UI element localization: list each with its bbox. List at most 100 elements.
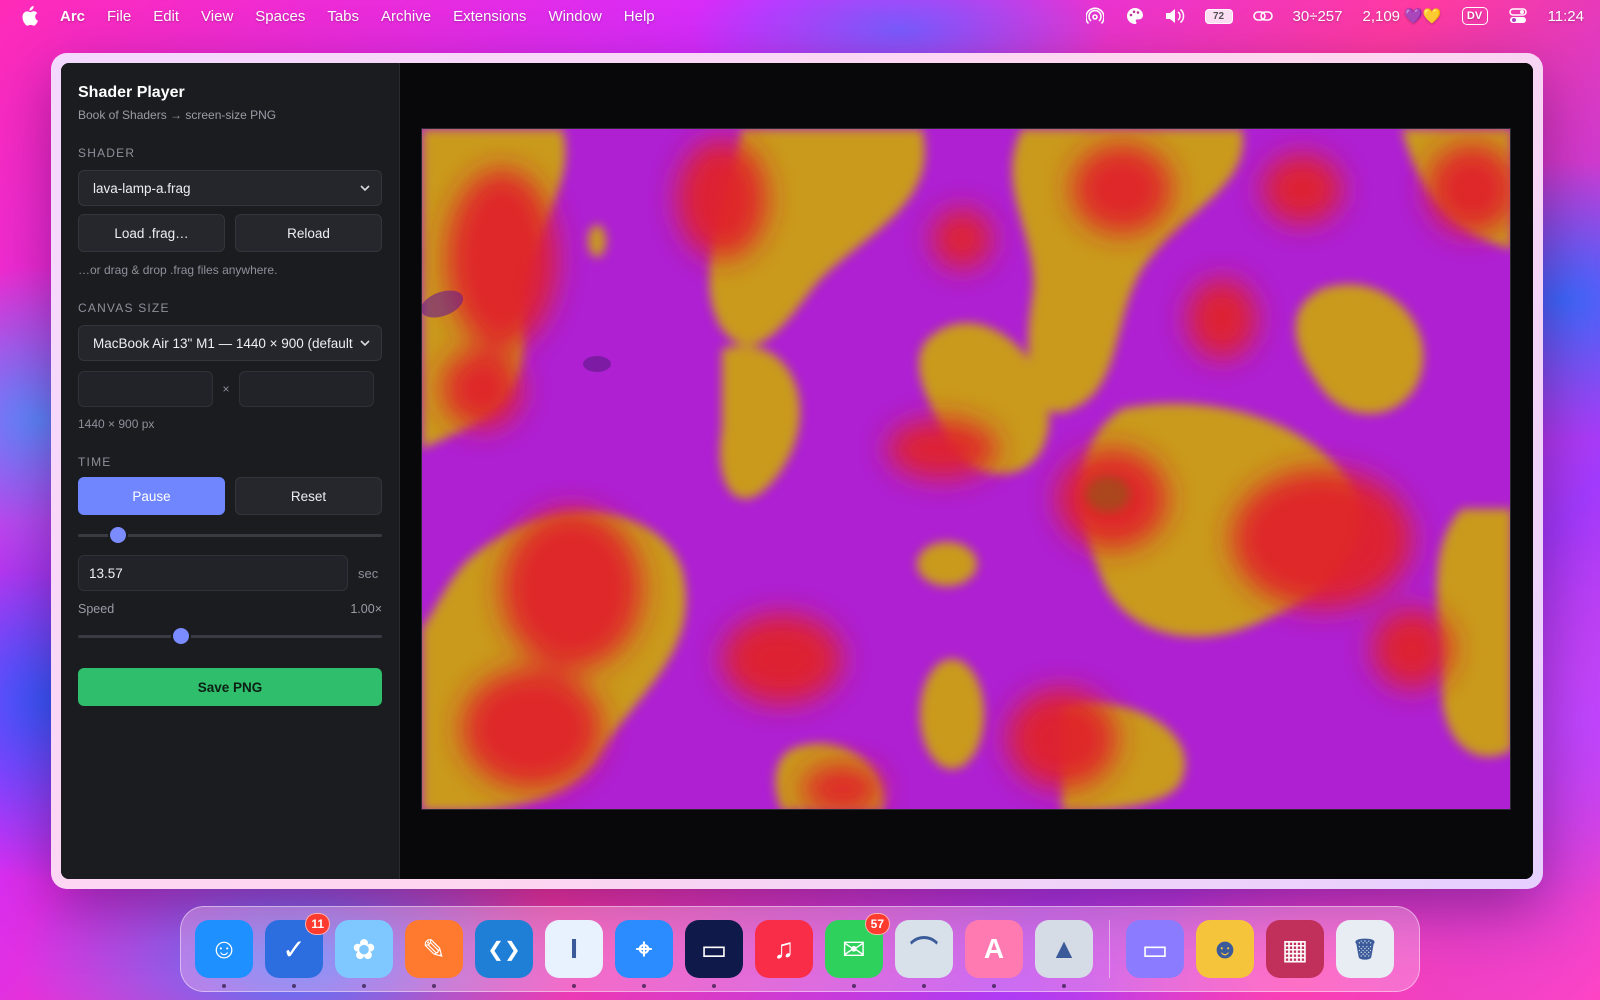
finder-icon: ☺ xyxy=(209,933,239,964)
custom-size-row: × xyxy=(78,371,382,407)
speed-slider-track[interactable] xyxy=(78,635,382,638)
menu-tabs[interactable]: Tabs xyxy=(327,8,359,25)
status-counter[interactable]: 30÷257 xyxy=(1293,8,1343,25)
app-title: Shader Player xyxy=(78,84,185,101)
running-indicator xyxy=(712,984,716,988)
dock-app-messages[interactable]: ✉ 57 xyxy=(825,913,890,988)
tasks-icon: ✓ xyxy=(282,933,306,965)
speed-label: Speed xyxy=(78,602,115,616)
running-indicator xyxy=(222,984,226,988)
time-section-label: TIME xyxy=(78,455,112,469)
shader-select[interactable]: lava-lamp-a.frag xyxy=(78,170,382,206)
shader-select-value: lava-lamp-a.frag xyxy=(93,180,191,196)
menu-app-name[interactable]: Arc xyxy=(60,8,85,25)
shader-buttons: Load .frag… Reload xyxy=(78,214,382,252)
hearts-icon: 💜💛 xyxy=(1404,8,1442,25)
reset-button[interactable]: Reset xyxy=(235,477,382,515)
menu-file[interactable]: File xyxy=(107,8,131,25)
preview-area xyxy=(400,63,1533,879)
app-subtitle: Book of Shaders → screen-size PNG xyxy=(78,108,277,122)
dock-app-tasks[interactable]: ✓ 11 xyxy=(265,913,330,988)
time-buttons: Pause Reset xyxy=(78,477,382,515)
load-frag-button[interactable]: Load .frag… xyxy=(78,214,225,252)
image-stack-icon: ▦ xyxy=(1281,933,1309,965)
pause-button[interactable]: Pause xyxy=(78,477,225,515)
dock-app-finder[interactable]: ☺ xyxy=(195,920,253,988)
save-png-button[interactable]: Save PNG xyxy=(78,668,382,706)
dock-app-mascot-app[interactable]: ☻ xyxy=(1196,920,1254,978)
menu-window[interactable]: Window xyxy=(548,8,601,25)
sidebar: Shader Player Book of Shaders → screen-s… xyxy=(61,63,400,879)
menu-view[interactable]: View xyxy=(201,8,233,25)
vscode-icon: ❮❯ xyxy=(487,938,521,961)
width-input[interactable] xyxy=(78,371,213,407)
dock-app-music[interactable]: ♫ xyxy=(755,920,813,978)
affinity-icon: A xyxy=(983,933,1005,964)
clock[interactable]: 11:24 xyxy=(1548,8,1584,25)
dock-separator xyxy=(1109,920,1110,978)
folder-icon: ▭ xyxy=(1141,933,1169,965)
menu-extensions[interactable]: Extensions xyxy=(453,8,526,25)
height-input[interactable] xyxy=(239,371,374,407)
dock-app-arc[interactable]: ⌒ xyxy=(895,920,953,988)
dv-badge[interactable]: DV xyxy=(1461,7,1488,25)
speed-value: 1.00× xyxy=(350,602,382,616)
chevron-down-icon xyxy=(360,340,370,347)
time-slider-thumb[interactable] xyxy=(109,527,126,543)
time-input[interactable] xyxy=(78,555,348,591)
shader-canvas[interactable] xyxy=(421,128,1511,810)
dock-app-safari[interactable]: ⌖ xyxy=(615,920,673,988)
running-indicator xyxy=(922,984,926,988)
volume-icon[interactable] xyxy=(1165,7,1185,25)
dock-app-affinity[interactable]: A xyxy=(965,920,1023,988)
status-score[interactable]: 2,109 💜💛 xyxy=(1362,7,1441,25)
dock-app-text-editor[interactable]: I xyxy=(545,920,603,988)
lava-lamp-render xyxy=(422,129,1510,809)
battery-indicator[interactable]: 72 xyxy=(1204,8,1233,24)
times-glyph: × xyxy=(222,382,230,396)
canvas-size-select[interactable]: MacBook Air 13" M1 — 1440 × 900 (default… xyxy=(78,325,382,361)
shader-player-window: Shader Player Book of Shaders → screen-s… xyxy=(61,63,1533,879)
mascot-app-icon: ☻ xyxy=(1210,933,1240,964)
notification-badge: 11 xyxy=(305,913,330,935)
dock-app-vscode[interactable]: ❮❯ xyxy=(475,920,533,978)
menu-spaces[interactable]: Spaces xyxy=(255,8,305,25)
control-center-icon[interactable] xyxy=(1508,7,1528,25)
status-area: 72 30÷257 2,109 💜💛 DV 11:24 xyxy=(1085,7,1584,25)
canvas-size-select-value: MacBook Air 13" M1 — 1440 × 900 (default… xyxy=(93,335,353,351)
time-slider[interactable] xyxy=(78,525,382,545)
speed-row: Speed 1.00× xyxy=(78,602,382,616)
dock-app-image-stack[interactable]: ▦ xyxy=(1266,920,1324,978)
dock-app-terminal[interactable]: ▭ xyxy=(685,920,743,988)
canvas-size-section-label: CANVAS SIZE xyxy=(78,301,170,315)
speed-slider-thumb[interactable] xyxy=(173,628,190,644)
pixelmator-icon: ✎ xyxy=(422,933,446,965)
apple-icon[interactable] xyxy=(20,6,40,26)
rocket-app-icon: ▲ xyxy=(1050,933,1078,964)
link-icon[interactable] xyxy=(1252,7,1273,25)
dock-app-pixelmator[interactable]: ✎ xyxy=(405,920,463,988)
palette-icon[interactable] xyxy=(1125,7,1145,25)
dock-app-rocket-app[interactable]: ▲ xyxy=(1035,920,1093,988)
time-unit: sec xyxy=(358,565,379,581)
running-indicator xyxy=(572,984,576,988)
speed-slider[interactable] xyxy=(78,626,382,646)
time-value-row: sec xyxy=(78,555,382,591)
dock-app-trash[interactable]: 🗑 xyxy=(1336,920,1394,978)
running-indicator xyxy=(1062,984,1066,988)
notification-badge: 57 xyxy=(864,913,890,935)
menu-archive[interactable]: Archive xyxy=(381,8,431,25)
running-indicator xyxy=(992,984,996,988)
airdrop-icon[interactable] xyxy=(1085,7,1105,25)
menu-edit[interactable]: Edit xyxy=(153,8,179,25)
drop-hint: …or drag & drop .frag files anywhere. xyxy=(78,263,278,277)
menu-help[interactable]: Help xyxy=(624,8,655,25)
running-indicator xyxy=(362,984,366,988)
music-icon: ♫ xyxy=(773,933,795,964)
running-indicator xyxy=(432,984,436,988)
dock-app-flower-app[interactable]: ✿ xyxy=(335,920,393,988)
dock-app-folder[interactable]: ▭ xyxy=(1126,920,1184,978)
canvas-size-label: 1440 × 900 px xyxy=(78,417,155,431)
terminal-icon: ▭ xyxy=(700,933,728,965)
reload-button[interactable]: Reload xyxy=(235,214,382,252)
